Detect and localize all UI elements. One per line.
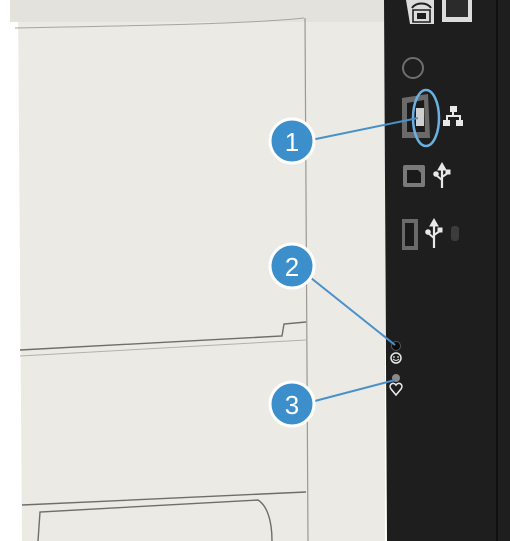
callout-1-number: 1 <box>285 127 299 157</box>
callout-3: 3 <box>268 380 316 428</box>
callout-2-number: 2 <box>285 252 299 282</box>
printer-body <box>18 0 385 541</box>
callout-2: 2 <box>268 242 316 290</box>
callout-1: 1 <box>268 117 316 165</box>
printer-rear-ports-illustration: 1 2 3 <box>10 0 510 541</box>
printer-top-edge <box>10 0 390 22</box>
callout-3-number: 3 <box>285 390 299 420</box>
rear-connector-panel <box>384 0 510 541</box>
